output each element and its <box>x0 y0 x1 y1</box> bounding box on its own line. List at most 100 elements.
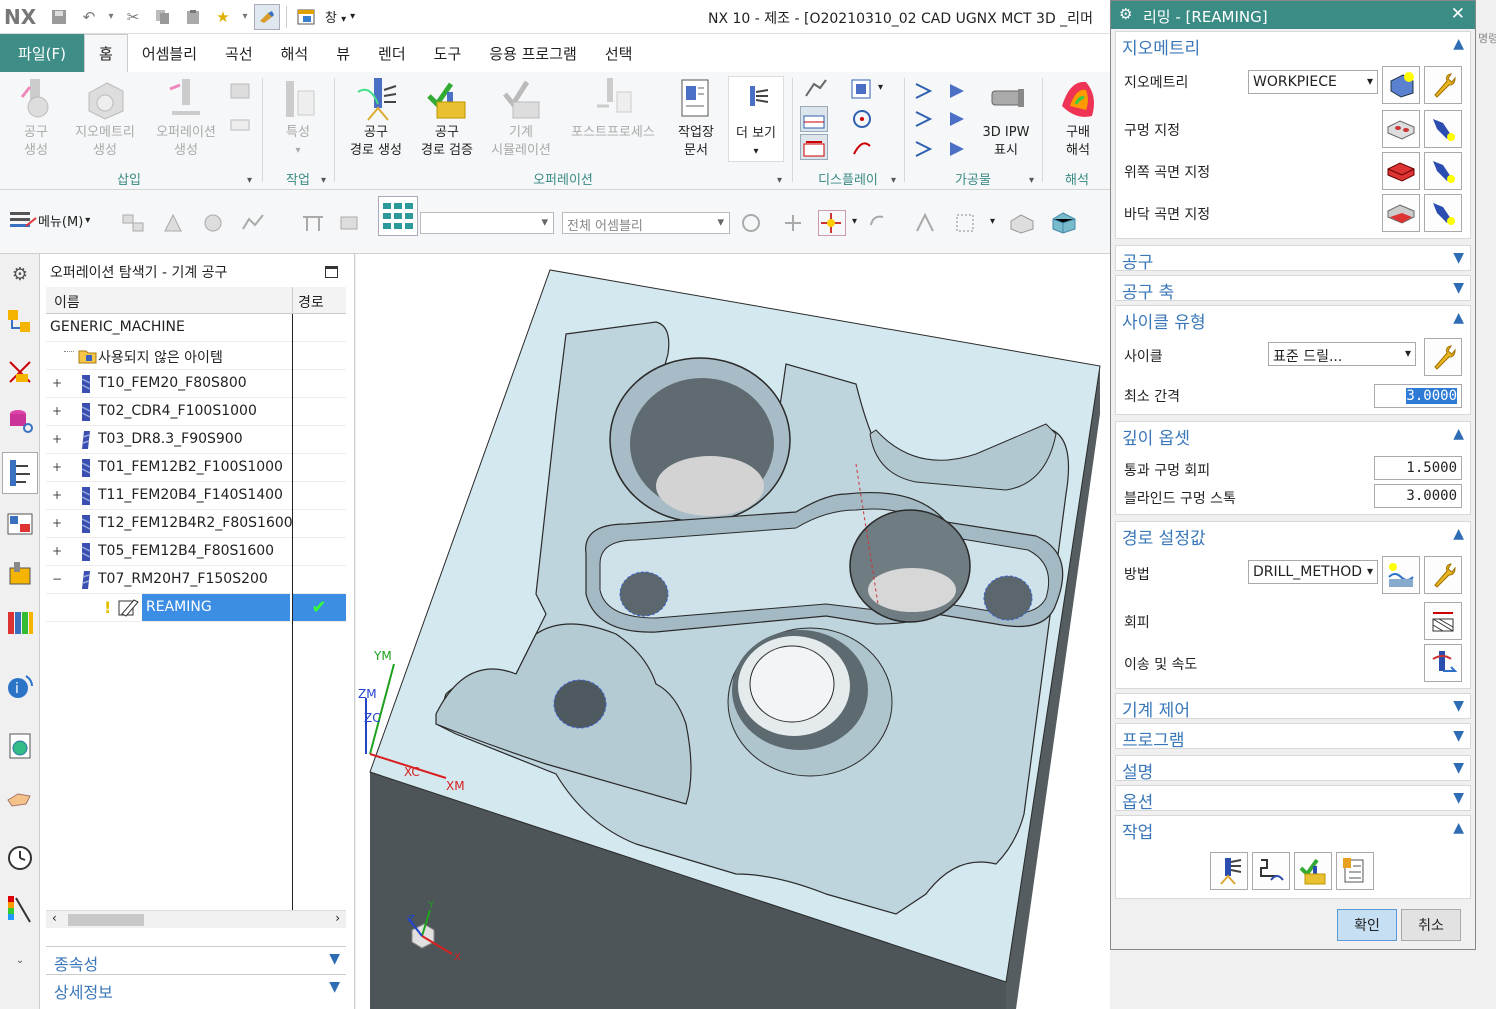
display-toolpath-icon[interactable] <box>802 76 830 102</box>
method-combo[interactable]: DRILL_METHOD <box>1248 560 1378 584</box>
tree-row-tool[interactable]: + T12_FEM12B4R2_F80S1600 <box>46 510 346 538</box>
display-tool-icon[interactable] <box>800 106 828 132</box>
chevron-down-icon[interactable]: ▼ <box>1453 280 1464 296</box>
generate-button[interactable] <box>1210 852 1248 890</box>
tree-row-operation-reaming[interactable]: ! REAMING ✔ <box>46 594 346 622</box>
history-palette-icon[interactable] <box>4 782 36 814</box>
star-icon[interactable]: ★ <box>210 4 236 30</box>
tool-axis-section[interactable]: 공구 축 ▼ <box>1115 275 1471 303</box>
workpiece-arrow-icon-5[interactable] <box>912 136 940 162</box>
tab-render[interactable]: 렌더 <box>364 34 420 72</box>
info-icon[interactable]: i <box>4 670 36 702</box>
create-geometry-button[interactable]: 지오메트리 생성 <box>66 76 144 160</box>
filter-icon-4[interactable] <box>240 210 268 236</box>
properties-button[interactable]: 특성 ▾ <box>270 76 326 160</box>
workpiece-arrow-icon-2[interactable] <box>946 78 974 104</box>
generate-toolpath-button[interactable]: 공구 경로 생성 <box>342 76 410 160</box>
section-header[interactable]: 지오메트리 <box>1122 34 1200 59</box>
machine-tool-navigator-icon[interactable] <box>4 508 36 540</box>
tab-application[interactable]: 응용 프로그램 <box>475 34 591 72</box>
edit-geometry-button[interactable] <box>1424 66 1462 104</box>
more-button[interactable]: 더 보기 ▾ <box>728 76 784 162</box>
workpiece-arrow-icon-3[interactable] <box>912 106 940 132</box>
tab-assembly[interactable]: 어셈블리 <box>128 34 211 72</box>
quick-access-customize-icon[interactable]: ▾ <box>350 11 355 22</box>
cancel-button[interactable]: 취소 <box>1401 909 1461 941</box>
display-material-icon[interactable] <box>848 76 876 102</box>
display-curve-icon[interactable] <box>848 134 876 160</box>
star-dropdown-icon[interactable]: ▾ <box>240 4 250 30</box>
copy-icon[interactable] <box>150 4 176 30</box>
shaded-view-icon[interactable] <box>1008 210 1036 236</box>
workpiece-arrow-icon-4[interactable] <box>946 106 974 132</box>
section-header[interactable]: 사이클 유형 <box>1122 308 1206 333</box>
verify-button[interactable] <box>1294 852 1332 890</box>
expand-icon[interactable]: + <box>52 545 63 557</box>
clock-icon[interactable] <box>4 842 36 874</box>
chevron-down-icon[interactable]: ▼ <box>329 951 340 967</box>
tab-view[interactable]: 뷰 <box>322 34 364 72</box>
selection-grid-icon[interactable] <box>378 196 418 236</box>
draft-analysis-button[interactable]: 구배 해석 <box>1048 76 1108 160</box>
operation-navigator-icon[interactable] <box>2 452 38 494</box>
tree-row-tool[interactable]: + T11_FEM20B4_F140S1400 <box>46 482 346 510</box>
chevron-down-icon[interactable]: ▼ <box>329 979 340 995</box>
replay-button[interactable] <box>1252 852 1290 890</box>
section-header[interactable]: 경로 설정값 <box>1122 524 1206 549</box>
description-section[interactable]: 설명 ▼ <box>1115 755 1471 783</box>
filter-icon-1[interactable] <box>120 210 148 236</box>
group-work-dropdown-icon[interactable]: ▾ <box>321 175 326 186</box>
chevron-up-icon[interactable]: ▲ <box>1453 426 1464 442</box>
tab-curve[interactable]: 곡선 <box>211 34 267 72</box>
cut-icon[interactable]: ✂ <box>120 4 146 30</box>
chevron-up-icon[interactable]: ▲ <box>1453 310 1464 326</box>
snap-point-icon[interactable] <box>818 210 846 236</box>
filter-icon-2[interactable] <box>160 210 188 236</box>
undo-icon[interactable]: ↶ <box>76 4 102 30</box>
expand-icon[interactable]: + <box>52 489 63 501</box>
specify-bottom-surface-button[interactable] <box>1382 194 1420 232</box>
scroll-left-icon[interactable]: ‹ <box>52 911 57 925</box>
display-bottom-surface-button[interactable] <box>1424 194 1462 232</box>
blind-hole-stock-input[interactable]: 3.0000 <box>1374 484 1462 508</box>
tab-selection[interactable]: 선택 <box>591 34 647 72</box>
extra-insert-icon[interactable] <box>226 78 254 104</box>
tab-tools[interactable]: 도구 <box>420 34 476 72</box>
tree-row-unused-items[interactable]: 사용되지 않은 아이템 <box>46 342 346 370</box>
column-path-header[interactable]: 경로 <box>298 292 324 312</box>
tree-row-tool[interactable]: + T01_FEM12B2_F100S1000 <box>46 454 346 482</box>
tree-row-tool[interactable]: + T10_FEM20_F80S800 <box>46 370 346 398</box>
edit-method-button[interactable] <box>1424 556 1462 594</box>
tab-analysis[interactable]: 해석 <box>267 34 323 72</box>
window-icon[interactable] <box>293 4 319 30</box>
constraint-navigator-icon[interactable] <box>4 356 36 388</box>
navigator-horizontal-scrollbar[interactable]: ‹ › <box>46 910 346 928</box>
cycle-combo[interactable]: 표준 드릴... <box>1268 342 1416 366</box>
touch-mode-icon[interactable] <box>254 3 280 30</box>
expand-icon[interactable]: + <box>52 405 63 417</box>
rotate-icon[interactable] <box>866 210 894 236</box>
visualization-icon[interactable] <box>4 894 36 926</box>
new-geometry-button[interactable] <box>1382 66 1420 104</box>
collapse-icon[interactable]: − <box>52 573 63 585</box>
save-icon[interactable] <box>46 4 72 30</box>
tab-home[interactable]: 홈 <box>84 34 128 72</box>
expand-icon[interactable]: + <box>52 517 63 529</box>
feeds-speeds-button[interactable] <box>1424 644 1462 682</box>
close-icon[interactable]: ✕ <box>1451 4 1465 24</box>
display-path-icon[interactable] <box>800 134 828 160</box>
chevron-up-icon[interactable]: ▲ <box>1453 820 1464 836</box>
dependencies-panel[interactable]: 종속성 ▼ <box>46 946 346 974</box>
window-menu[interactable]: 창 ▾ <box>325 7 346 26</box>
maximize-icon[interactable] <box>325 266 338 278</box>
paste-icon[interactable] <box>180 4 206 30</box>
chevron-up-icon[interactable]: ▲ <box>1453 36 1464 52</box>
geometry-combo[interactable]: WORKPIECE <box>1248 70 1378 94</box>
program-section[interactable]: 프로그램 ▼ <box>1115 723 1471 751</box>
new-method-button[interactable] <box>1382 556 1420 594</box>
create-operation-button[interactable]: 오퍼레이션 생성 <box>146 76 226 160</box>
expand-icon[interactable]: + <box>52 461 63 473</box>
file-tab[interactable]: 파일(F) <box>0 34 84 72</box>
options-section[interactable]: 옵션 ▼ <box>1115 785 1471 813</box>
group-insert-dropdown-icon[interactable]: ▾ <box>247 175 252 186</box>
